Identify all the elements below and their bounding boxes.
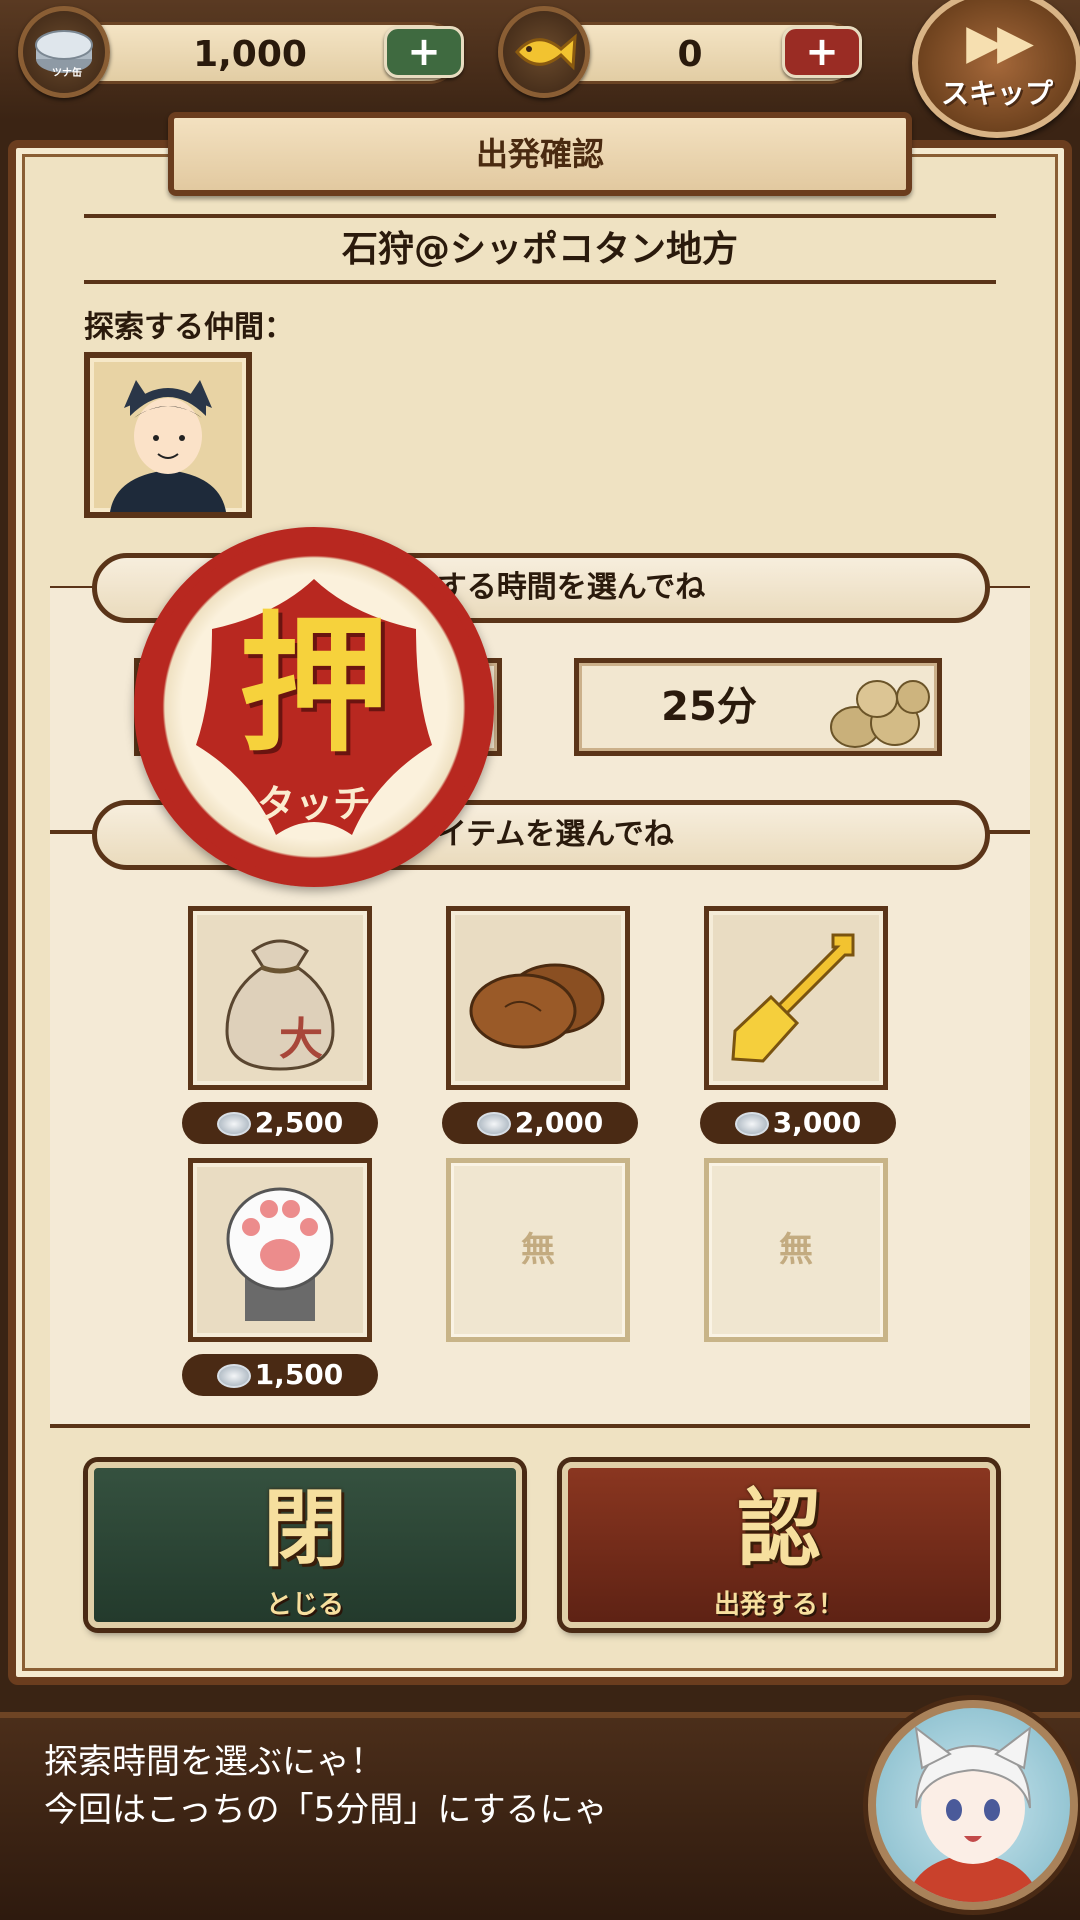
tuna-can-icon — [476, 1112, 511, 1136]
item-buns[interactable] — [446, 906, 630, 1090]
price-value: 2,500 — [254, 1106, 344, 1139]
price-value: 1,500 — [254, 1358, 344, 1391]
tuna-can-icon — [734, 1112, 769, 1136]
stamp-label: タッチ — [256, 782, 371, 826]
money-bags-icon — [830, 680, 930, 748]
dialog-title: 出発確認 — [168, 112, 912, 196]
can-count: 1,000 — [193, 34, 307, 75]
item-price: 1,500 — [182, 1354, 378, 1396]
shovel-icon — [731, 933, 855, 1063]
time-option-25min[interactable]: 25分 — [574, 658, 942, 756]
tuna-can-icon — [216, 1112, 251, 1136]
tuna-can-icon — [216, 1364, 251, 1388]
boy-character-avatar — [110, 380, 226, 512]
empty-label: 無 — [779, 1230, 813, 1270]
item-price: 2,500 — [182, 1102, 378, 1144]
depart-label: 出発する！ — [713, 1590, 844, 1620]
fish-count: 0 — [677, 34, 703, 75]
price-value: 2,000 — [514, 1106, 604, 1139]
cat-girl-portrait — [906, 1725, 1040, 1902]
depart-button[interactable]: 認 出発する！ — [562, 1462, 996, 1628]
golden-fish-graphic — [515, 33, 577, 71]
tuna-can-graphic — [35, 30, 93, 73]
close-button[interactable]: 閉 とじる — [88, 1462, 522, 1628]
buns-icon — [469, 963, 605, 1049]
skip-label: スキップ — [940, 77, 1053, 110]
narration-text: 探索時間を選ぶにゃ！ 今回はこっちの「5分間」にするにゃ — [44, 1738, 608, 1834]
divider — [50, 1424, 1030, 1428]
empty-label: 無 — [521, 1230, 555, 1270]
touch-stamp-hint[interactable]: 押 タッチ — [134, 527, 494, 887]
member-label: 探索する仲間： — [84, 310, 294, 345]
price-value: 3,000 — [772, 1106, 862, 1139]
item-price: 2,000 — [442, 1102, 638, 1144]
tuna-can-label: ツナ缶 — [52, 68, 82, 79]
divider — [84, 280, 996, 284]
divider — [84, 214, 996, 218]
cat-paw-icon — [226, 1187, 334, 1321]
fast-forward-icon: ▶▶ — [966, 14, 1034, 70]
member-portrait[interactable] — [84, 352, 252, 518]
item-golden-shovel[interactable] — [704, 906, 888, 1090]
confirm-kanji: 認 — [736, 1480, 821, 1578]
time-option-label: 25分 — [661, 684, 757, 730]
golden-fish-icon — [498, 6, 590, 98]
plus-icon: + — [805, 29, 839, 75]
stamp-kanji: 押 — [238, 599, 389, 773]
narration-line: 探索時間を選ぶにゃ！ — [44, 1742, 384, 1782]
item-cat-paw[interactable] — [188, 1158, 372, 1342]
plus-icon: + — [407, 29, 441, 75]
close-kanji: 閉 — [262, 1480, 347, 1578]
tuna-can-icon — [18, 6, 110, 98]
close-label: とじる — [265, 1590, 344, 1620]
narration-line: 今回はこっちの「5分間」にするにゃ — [44, 1790, 608, 1830]
bag-mark: 大 — [279, 1014, 323, 1065]
item-price: 3,000 — [700, 1102, 896, 1144]
add-cans-button[interactable]: + — [384, 26, 464, 78]
item-slot-empty: 無 — [446, 1158, 630, 1342]
cat-girl-avatar — [868, 1700, 1078, 1910]
item-slot-empty: 無 — [704, 1158, 888, 1342]
add-fish-button[interactable]: + — [782, 26, 862, 78]
region-name: 石狩@シッポコタン地方 — [341, 229, 738, 270]
item-big-bag[interactable]: 大 — [188, 906, 372, 1090]
